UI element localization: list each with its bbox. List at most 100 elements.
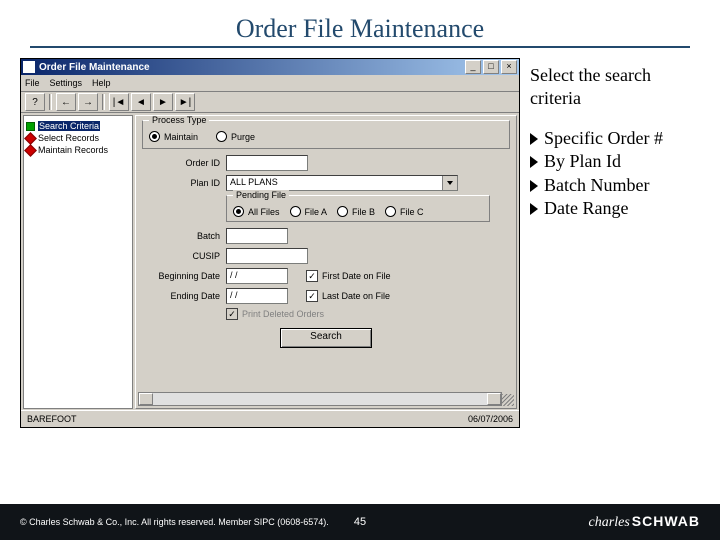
triangle-bullet-icon [530, 133, 538, 145]
h-scrollbar[interactable] [138, 392, 502, 406]
radio-label: File C [400, 207, 424, 217]
row-print: Print Deleted Orders [226, 308, 510, 320]
page-number: 45 [354, 516, 366, 528]
radio-label: Purge [231, 132, 255, 142]
plan-id-select[interactable]: ALL PLANS [226, 175, 458, 191]
copyright: © Charles Schwab & Co., Inc. All rights … [20, 517, 329, 527]
radio-allfiles[interactable]: All Files [233, 206, 280, 217]
beg-date-input[interactable]: / / [226, 268, 288, 284]
print-checkbox [226, 308, 238, 320]
label-end-date: Ending Date [142, 291, 226, 301]
label-cusip: CUSIP [142, 251, 226, 261]
bullet-item: Specific Order # [530, 127, 680, 150]
scroll-right-icon[interactable] [487, 393, 501, 405]
brand: charlesSCHWAB [589, 513, 700, 531]
title-rule [30, 46, 690, 48]
chevron-down-icon[interactable] [442, 176, 457, 190]
tool-info-icon[interactable]: ? [25, 93, 45, 111]
radio-purge[interactable]: Purge [216, 131, 255, 142]
menu-settings[interactable]: Settings [50, 78, 83, 88]
end-date-input[interactable]: / / [226, 288, 288, 304]
triangle-bullet-icon [530, 156, 538, 168]
radio-filea[interactable]: File A [290, 206, 328, 217]
row-beg-date: Beginning Date / / First Date on File [142, 268, 510, 284]
tool-back-icon[interactable]: ← [56, 93, 76, 111]
row-cusip: CUSIP [142, 248, 510, 264]
menu-help[interactable]: Help [92, 78, 111, 88]
sidebar: Search Criteria Select Records Maintain … [23, 115, 133, 409]
toolbar: ? ← → |◄ ◄ ► ►| [21, 92, 519, 113]
radio-fileb[interactable]: File B [337, 206, 375, 217]
radio-maintain[interactable]: Maintain [149, 131, 198, 142]
tree-label: Maintain Records [38, 145, 108, 155]
maximize-button[interactable]: □ [483, 60, 499, 74]
app-window: Order File Maintenance _ □ × File Settin… [20, 58, 520, 428]
label-batch: Batch [142, 231, 226, 241]
triangle-bullet-icon [530, 180, 538, 192]
brand-second: SCHWAB [632, 513, 700, 529]
radio-filec[interactable]: File C [385, 206, 424, 217]
node-icon [26, 122, 35, 131]
menu-file[interactable]: File [25, 78, 40, 88]
bullet-item: Date Range [530, 197, 680, 220]
label-order-id: Order ID [142, 158, 226, 168]
row-end-date: Ending Date / / Last Date on File [142, 288, 510, 304]
node-icon [24, 144, 37, 157]
nav-next-icon[interactable]: ► [153, 93, 173, 111]
bullet-text: Specific Order # [544, 128, 663, 148]
label-beg-date: Beginning Date [142, 271, 226, 281]
cusip-input[interactable] [226, 248, 308, 264]
bullet-item: By Plan Id [530, 150, 680, 173]
row-order-id: Order ID [142, 155, 510, 171]
menubar: File Settings Help [21, 75, 519, 92]
radio-dot-icon [233, 206, 244, 217]
group-title: Pending File [233, 190, 289, 200]
tree-item-maintain[interactable]: Maintain Records [26, 144, 130, 156]
radio-label: File A [305, 207, 328, 217]
last-date-checkbox[interactable] [306, 290, 318, 302]
status-user: BAREFOOT [27, 414, 77, 424]
minimize-button[interactable]: _ [465, 60, 481, 74]
titlebar: Order File Maintenance _ □ × [21, 59, 519, 75]
close-button[interactable]: × [501, 60, 517, 74]
process-type-group: Process Type Maintain Purge [142, 120, 510, 149]
row-plan-id: Plan ID ALL PLANS [142, 175, 510, 191]
first-date-checkbox[interactable] [306, 270, 318, 282]
order-id-input[interactable] [226, 155, 308, 171]
tree-label: Search Criteria [38, 121, 100, 131]
annotation-intro: Select the search criteria [530, 64, 680, 109]
plan-id-value: ALL PLANS [227, 176, 281, 188]
row-batch: Batch [142, 228, 510, 244]
nav-prev-icon[interactable]: ◄ [131, 93, 151, 111]
node-icon [24, 132, 37, 145]
first-date-label: First Date on File [322, 271, 391, 281]
beg-date-value: / / [227, 269, 241, 281]
radio-dot-icon [290, 206, 301, 217]
radio-dot-icon [216, 131, 227, 142]
search-button[interactable]: Search [280, 328, 372, 348]
print-label: Print Deleted Orders [242, 309, 324, 319]
brand-first: charles [589, 515, 630, 530]
nav-last-icon[interactable]: ►| [175, 93, 195, 111]
resize-grip-icon[interactable] [502, 394, 514, 406]
radio-label: Maintain [164, 132, 198, 142]
page-title: Order File Maintenance [0, 0, 720, 46]
tool-fwd-icon[interactable]: → [78, 93, 98, 111]
bullet-text: By Plan Id [544, 151, 621, 171]
scroll-left-icon[interactable] [139, 393, 153, 405]
label-plan-id: Plan ID [142, 178, 226, 188]
bullet-text: Date Range [544, 198, 628, 218]
scroll-track[interactable] [153, 393, 487, 405]
nav-first-icon[interactable]: |◄ [109, 93, 129, 111]
bullet-text: Batch Number [544, 175, 649, 195]
app-icon [23, 61, 35, 73]
last-date-label: Last Date on File [322, 291, 390, 301]
tree-item-search[interactable]: Search Criteria [26, 120, 130, 132]
group-title: Process Type [149, 115, 209, 125]
tree-item-select[interactable]: Select Records [26, 132, 130, 144]
status-date: 06/07/2006 [468, 414, 513, 424]
radio-dot-icon [385, 206, 396, 217]
footer: © Charles Schwab & Co., Inc. All rights … [0, 504, 720, 540]
batch-input[interactable] [226, 228, 288, 244]
radio-dot-icon [149, 131, 160, 142]
